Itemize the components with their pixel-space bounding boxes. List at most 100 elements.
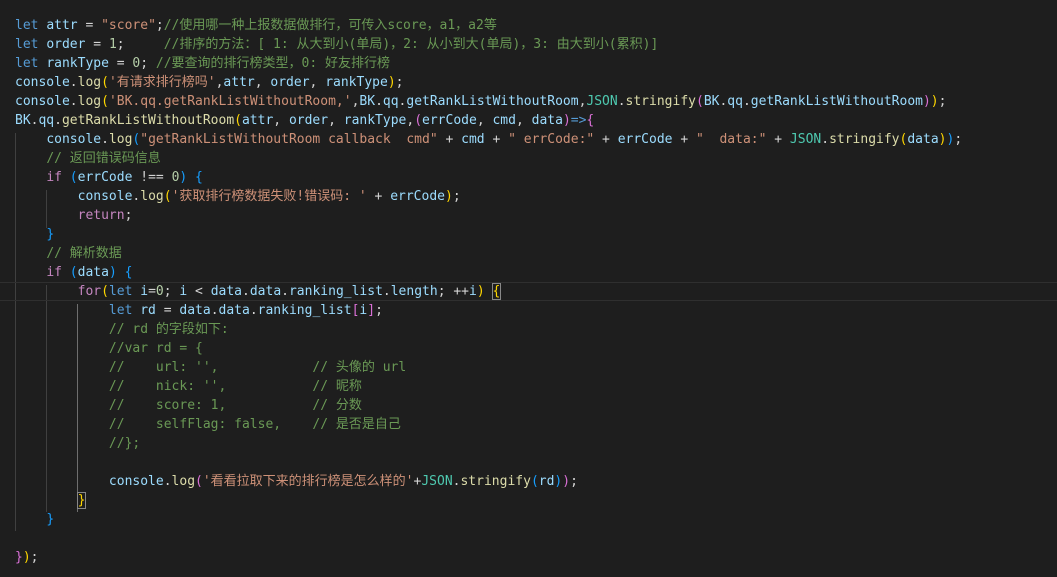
code-token: = bbox=[77, 18, 102, 33]
code-token: . bbox=[54, 113, 62, 128]
code-token: ; bbox=[395, 75, 404, 90]
code-line[interactable]: if (errCode !== 0) { bbox=[15, 168, 1057, 187]
code-token: rankType bbox=[343, 113, 407, 128]
code-token: ( bbox=[695, 94, 704, 109]
code-token: console bbox=[108, 474, 164, 489]
code-token: qq bbox=[382, 94, 399, 109]
code-token: { bbox=[195, 170, 203, 185]
code-token: ranking_list bbox=[288, 284, 383, 299]
code-token: let bbox=[108, 284, 133, 299]
code-token: attr bbox=[46, 18, 78, 33]
code-token: data bbox=[249, 284, 282, 299]
code-line[interactable]: if (data) { bbox=[15, 263, 1057, 282]
code-token: ; bbox=[124, 208, 133, 223]
code-line[interactable]: console.log('BK.qq.getRankListWithoutRoo… bbox=[15, 92, 1057, 111]
code-token: = bbox=[155, 303, 180, 318]
code-token: " data:" bbox=[695, 132, 767, 147]
code-line[interactable]: // nick: '', // 昵称 bbox=[15, 377, 1057, 396]
code-token: ; bbox=[140, 56, 156, 71]
code-token: i bbox=[469, 284, 477, 299]
code-line[interactable]: BK.qq.getRankListWithoutRoom(attr, order… bbox=[15, 111, 1057, 130]
code-token: BK bbox=[15, 113, 31, 128]
code-token: getRankListWithoutRoom bbox=[61, 113, 235, 128]
code-token: } bbox=[46, 227, 55, 242]
code-token: . bbox=[617, 94, 626, 109]
code-token: ( bbox=[101, 94, 109, 109]
code-line[interactable]: // 返回错误码信息 bbox=[15, 149, 1057, 168]
code-token: getRankListWithoutRoom bbox=[406, 94, 579, 109]
code-token: log bbox=[171, 474, 196, 489]
code-token: let bbox=[15, 18, 39, 33]
code-token: log bbox=[140, 189, 164, 204]
code-token: console bbox=[15, 94, 70, 109]
code-token: . bbox=[821, 132, 830, 147]
code-token: 0 bbox=[155, 284, 164, 299]
code-line[interactable]: // url: '', // 头像的 url bbox=[15, 358, 1057, 377]
code-token: if bbox=[46, 170, 62, 185]
code-token: } bbox=[15, 550, 23, 565]
code-line[interactable]: //var rd = { bbox=[15, 339, 1057, 358]
code-token: '有请求排行榜吗' bbox=[108, 75, 216, 90]
code-line[interactable]: return; bbox=[15, 206, 1057, 225]
code-token: ranking_list bbox=[257, 303, 352, 318]
code-token: ( bbox=[69, 170, 78, 185]
code-line[interactable] bbox=[15, 453, 1057, 472]
code-token: . bbox=[101, 132, 109, 147]
code-token: data bbox=[210, 284, 243, 299]
code-line[interactable]: console.log('有请求排行榜吗',attr, order, rankT… bbox=[15, 73, 1057, 92]
code-token: = bbox=[85, 37, 109, 52]
code-editor[interactable]: let attr = "score";//使用哪一种上报数据做排行，可传入sco… bbox=[0, 0, 1057, 577]
code-line[interactable]: // rd 的字段如下: bbox=[15, 320, 1057, 339]
code-line[interactable]: let attr = "score";//使用哪一种上报数据做排行，可传入sco… bbox=[15, 16, 1057, 35]
code-line[interactable]: console.log('看看拉取下来的排行榜是怎么样的'+JSON.strin… bbox=[15, 472, 1057, 491]
code-token: ( bbox=[69, 265, 78, 280]
code-line[interactable]: //}; bbox=[15, 434, 1057, 453]
code-token: // 解析数据 bbox=[46, 246, 122, 261]
code-token: //排序的方法：[ 1: 从大到小(单局)，2: 从小到大(单局)，3: 由大到… bbox=[163, 37, 659, 52]
code-line[interactable]: let order = 1; //排序的方法：[ 1: 从大到小(单局)，2: … bbox=[15, 35, 1057, 54]
code-token: => bbox=[570, 113, 587, 128]
code-line[interactable]: console.log('获取排行榜数据失败!错误码: ' + errCode)… bbox=[15, 187, 1057, 206]
code-token: , bbox=[328, 113, 344, 128]
code-token: rd bbox=[538, 474, 555, 489]
code-token: ) bbox=[562, 113, 571, 128]
code-line[interactable] bbox=[15, 529, 1057, 548]
code-line[interactable]: console.log("getRankListWithoutRoom call… bbox=[15, 130, 1057, 149]
code-token: { bbox=[124, 265, 133, 280]
code-line[interactable]: let rankType = 0; //要查询的排行榜类型，0: 好友排行榜 bbox=[15, 54, 1057, 73]
code-token: if bbox=[46, 265, 62, 280]
code-token: + bbox=[672, 132, 696, 147]
code-token: ; bbox=[452, 189, 461, 204]
code-token: console bbox=[46, 132, 102, 147]
code-token: errCode bbox=[77, 170, 133, 185]
code-token: rankType bbox=[325, 75, 388, 90]
code-line[interactable]: // score: 1, // 分数 bbox=[15, 396, 1057, 415]
code-token: + bbox=[594, 132, 618, 147]
code-line[interactable]: for(let i=0; i < data.data.ranking_list.… bbox=[0, 282, 1057, 301]
code-token: qq bbox=[727, 94, 743, 109]
code-token: log bbox=[108, 132, 133, 147]
code-token: . bbox=[242, 284, 250, 299]
code-line[interactable]: // 解析数据 bbox=[15, 244, 1057, 263]
code-line[interactable]: // selfFlag: false, // 是否是自己 bbox=[15, 415, 1057, 434]
code-token: . bbox=[249, 303, 258, 318]
code-token: stringify bbox=[460, 474, 531, 489]
code-token: BK bbox=[703, 94, 720, 109]
code-line[interactable]: } bbox=[15, 510, 1057, 529]
code-token: ) bbox=[387, 75, 396, 90]
code-line[interactable]: let rd = data.data.ranking_list[i]; bbox=[15, 301, 1057, 320]
code-line[interactable]: } bbox=[15, 225, 1057, 244]
code-line[interactable]: }); bbox=[15, 548, 1057, 567]
code-line[interactable]: } bbox=[15, 491, 1057, 510]
code-token: '获取排行榜数据失败!错误码: ' bbox=[171, 189, 367, 204]
code-token: . bbox=[382, 284, 391, 299]
code-token: console bbox=[77, 189, 133, 204]
